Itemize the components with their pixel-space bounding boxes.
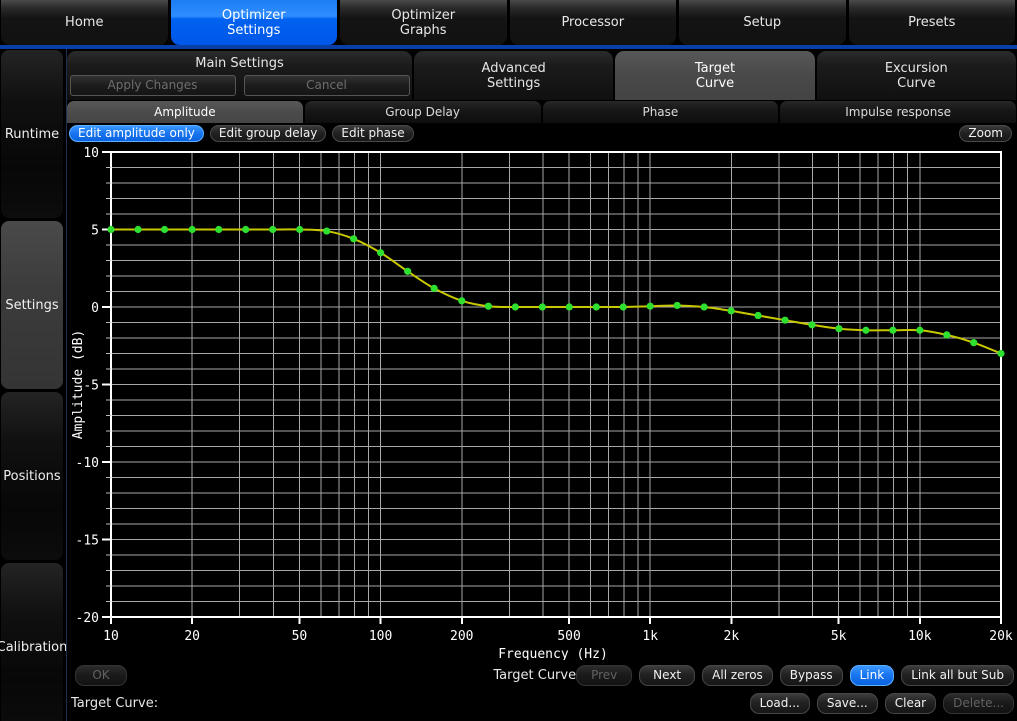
curve-tab-phase[interactable]: Phase (543, 101, 779, 123)
edit-group-delay-toggle[interactable]: Edit group delay (210, 125, 327, 142)
svg-text:20: 20 (184, 629, 200, 644)
top-tab-label: Home (65, 15, 103, 30)
svg-text:Amplitude (dB): Amplitude (dB) (71, 330, 86, 440)
target-curve-file-bar: Target Curve: Load... Save... Clear Dele… (67, 690, 1017, 716)
link-all-but-sub-button[interactable]: Link all but Sub (901, 665, 1014, 686)
next-button[interactable]: Next (639, 665, 695, 686)
top-tab-home[interactable]: Home (0, 0, 169, 45)
top-tab-processor[interactable]: Processor (509, 0, 678, 45)
sidebar-item-settings[interactable]: Settings (0, 220, 64, 390)
curve-tab-group-delay[interactable]: Group Delay (305, 101, 541, 123)
top-tab-label-line1: Optimizer (222, 8, 286, 23)
settings-tab-advanced-settings[interactable]: Advanced Settings (414, 51, 613, 100)
settings-tab-target-curve[interactable]: Target Curve (615, 51, 814, 100)
svg-text:-10: -10 (76, 456, 99, 471)
delete-button[interactable]: Delete... (943, 693, 1014, 714)
top-tab-presets[interactable]: Presets (848, 0, 1017, 45)
top-tab-label: Presets (908, 15, 955, 30)
top-tab-optimizer-settings[interactable]: Optimizer Settings (170, 0, 339, 45)
apply-changes-button[interactable]: Apply Changes (70, 75, 236, 96)
svg-text:0: 0 (91, 301, 99, 316)
sidebar-item-calibration[interactable]: Calibration (0, 562, 64, 721)
svg-text:50: 50 (292, 629, 308, 644)
content-pane: Main Settings Apply Changes Cancel Advan… (66, 49, 1017, 721)
svg-text:10k: 10k (908, 629, 932, 644)
all-zeros-button[interactable]: All zeros (702, 665, 773, 686)
clear-button[interactable]: Clear (885, 693, 936, 714)
sidebar-item-label: Settings (5, 298, 58, 313)
sidebar-item-positions[interactable]: Positions (0, 391, 64, 561)
edit-amplitude-only-toggle[interactable]: Edit amplitude only (69, 125, 204, 142)
main-settings-panel: Main Settings Apply Changes Cancel (67, 51, 412, 100)
top-tab-label-line1: Optimizer (391, 8, 455, 23)
top-tab-setup[interactable]: Setup (678, 0, 847, 45)
load-button[interactable]: Load... (750, 693, 810, 714)
svg-text:100: 100 (369, 629, 392, 644)
file-button-group: Load... Save... Clear Delete... (750, 693, 1014, 714)
curve-tab-impulse-response[interactable]: Impulse response (780, 101, 1016, 123)
app-window: Home Optimizer Settings Optimizer Graphs… (0, 0, 1017, 721)
svg-text:-15: -15 (76, 534, 99, 549)
settings-tab-label-line1: Advanced (482, 61, 546, 76)
prev-button[interactable]: Prev (576, 665, 632, 686)
top-tab-label: Setup (743, 15, 781, 30)
bottom-button-group: Prev Next All zeros Bypass Link Link all… (576, 665, 1014, 686)
sidebar-item-runtime[interactable]: Runtime (0, 49, 64, 219)
top-tab-label-line2: Graphs (400, 23, 447, 38)
sidebar-item-label: Positions (3, 469, 60, 484)
curve-tab-bar: Amplitude Group Delay Phase Impulse resp… (67, 101, 1017, 123)
svg-text:5k: 5k (831, 629, 847, 644)
settings-tab-label-line2: Curve (897, 76, 935, 91)
top-tab-optimizer-graphs[interactable]: Optimizer Graphs (339, 0, 508, 45)
settings-tab-label-line2: Curve (696, 76, 734, 91)
sidebar-item-label: Runtime (5, 127, 59, 142)
edit-mode-row: Edit amplitude only Edit group delay Edi… (67, 123, 1017, 144)
sidebar-item-label: Calibration (0, 640, 67, 655)
svg-text:1k: 1k (642, 629, 658, 644)
target-curve-label: Target Curve: (71, 696, 158, 711)
svg-text:20k: 20k (989, 629, 1013, 644)
sidebar: Runtime Settings Positions Calibration (0, 49, 66, 721)
svg-text:Frequency (Hz): Frequency (Hz) (498, 647, 608, 660)
bypass-button[interactable]: Bypass (780, 665, 843, 686)
main-settings-buttons: Apply Changes Cancel (70, 75, 410, 96)
svg-text:5: 5 (91, 224, 99, 239)
svg-text:2k: 2k (724, 629, 740, 644)
top-tab-bar: Home Optimizer Settings Optimizer Graphs… (0, 0, 1017, 45)
top-tab-label-line2: Settings (227, 23, 280, 38)
settings-tab-label-line1: Target (695, 61, 735, 76)
settings-tab-bar: Main Settings Apply Changes Cancel Advan… (67, 49, 1017, 100)
curve-tab-amplitude[interactable]: Amplitude (67, 101, 303, 123)
target-curve-plot[interactable]: 1050-5-10-15-201020501002005001k2k5k10k2… (67, 144, 1017, 660)
zoom-button[interactable]: Zoom (959, 125, 1012, 142)
link-button[interactable]: Link (850, 665, 895, 686)
bottom-action-bar: OK Target Curve, L Prev Next All zeros B… (67, 660, 1017, 690)
main-settings-title: Main Settings (195, 56, 284, 71)
svg-text:10: 10 (103, 629, 119, 644)
settings-tab-excursion-curve[interactable]: Excursion Curve (817, 51, 1016, 100)
svg-text:200: 200 (450, 629, 473, 644)
save-button[interactable]: Save... (817, 693, 878, 714)
edit-phase-toggle[interactable]: Edit phase (332, 125, 413, 142)
top-tab-label: Processor (561, 15, 624, 30)
svg-text:-20: -20 (76, 611, 99, 626)
svg-text:500: 500 (557, 629, 580, 644)
settings-tab-label-line2: Settings (487, 76, 540, 91)
chart-svg[interactable]: 1050-5-10-15-201020501002005001k2k5k10k2… (67, 144, 1017, 660)
svg-text:10: 10 (83, 146, 99, 161)
cancel-button[interactable]: Cancel (244, 75, 410, 96)
settings-tab-label-line1: Excursion (885, 61, 948, 76)
